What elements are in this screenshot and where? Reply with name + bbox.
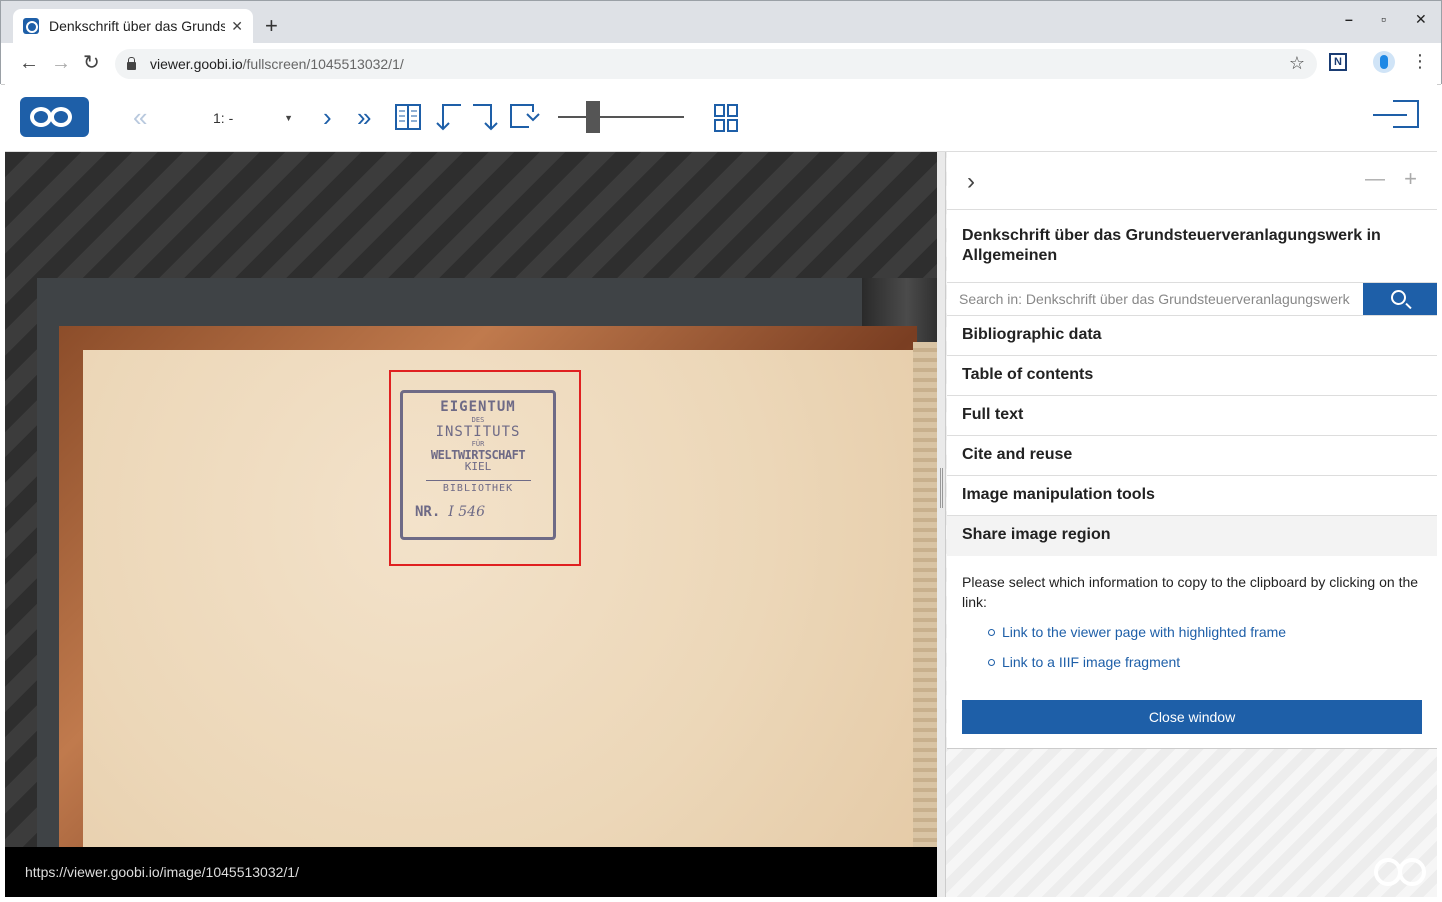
new-tab-button[interactable]: + <box>265 13 278 39</box>
maximize-window-icon[interactable]: ▫ <box>1381 11 1386 27</box>
browser-chrome: Denkschrift über das Grundsteuerveranlag… <box>0 0 1442 85</box>
section-bibliographic-data[interactable]: Bibliographic data <box>947 316 1437 356</box>
footer-logo <box>1374 858 1428 886</box>
page-select[interactable]: 1: - ▼ <box>205 106 301 130</box>
section-cite-and-reuse[interactable]: Cite and reuse <box>947 436 1437 476</box>
minimize-window-icon[interactable]: – <box>1345 11 1353 27</box>
share-region-body: Please select which information to copy … <box>947 556 1437 672</box>
sidebar-header: › — + <box>947 152 1437 210</box>
thumbnails-grid-icon[interactable] <box>714 104 738 132</box>
bookmark-star-icon[interactable]: ☆ <box>1289 53 1305 74</box>
reload-icon[interactable]: ↻ <box>83 51 100 75</box>
link-status-bar: https://viewer.goobi.io/image/1045513032… <box>5 847 937 897</box>
back-arrow-icon[interactable]: ← <box>19 51 39 75</box>
lock-icon <box>127 57 136 70</box>
close-tab-icon[interactable]: ✕ <box>231 18 243 35</box>
goobi-logo[interactable] <box>20 97 89 137</box>
reset-rotation-icon[interactable] <box>509 102 541 132</box>
section-share-image-region[interactable]: Share image region <box>947 516 1437 556</box>
section-image-manipulation-tools[interactable]: Image manipulation tools <box>947 476 1437 516</box>
sidebar: › — + Denkschrift über das Grundsteuerve… <box>947 152 1437 749</box>
favicon-icon <box>23 18 39 34</box>
zoom-slider-handle[interactable] <box>586 101 600 133</box>
forward-arrow-icon[interactable]: → <box>51 51 71 75</box>
profile-avatar-icon[interactable] <box>1373 51 1395 73</box>
next-page-icon[interactable]: › <box>323 102 332 132</box>
tab-strip: Denkschrift über das Grundsteuerveranlag… <box>1 1 1441 43</box>
tab-title: Denkschrift über das Grundsteuerveranlag… <box>49 18 225 34</box>
close-window-button[interactable]: Close window <box>962 700 1422 734</box>
rotate-left-icon[interactable] <box>433 102 463 132</box>
logo-ring-right <box>50 107 72 127</box>
close-window-icon[interactable]: ✕ <box>1415 11 1427 28</box>
first-page-icon[interactable]: « <box>133 102 147 132</box>
chevron-down-icon: ▼ <box>284 113 293 123</box>
plus-icon[interactable]: + <box>1404 166 1417 192</box>
section-table-of-contents[interactable]: Table of contents <box>947 356 1437 396</box>
search-button[interactable] <box>1363 283 1437 315</box>
last-page-icon[interactable]: » <box>357 102 371 132</box>
page-select-value: 1: - <box>213 110 234 126</box>
viewer-toolbar: « 1: - ▼ › » <box>5 84 1437 152</box>
double-page-icon[interactable] <box>395 104 421 130</box>
work-title: Denkschrift über das Grundsteuerveranlag… <box>962 227 1381 264</box>
rotate-right-icon[interactable] <box>471 102 501 132</box>
resize-grip-icon <box>940 468 943 508</box>
iiif-fragment-link[interactable]: Link to a IIIF image fragment <box>988 652 1422 672</box>
browser-menu-icon[interactable]: ⋮ <box>1411 51 1429 72</box>
logo-ring-left <box>30 107 52 127</box>
share-instruction: Please select which information to copy … <box>962 574 1419 610</box>
image-viewer[interactable]: EIGENTUM DES INSTITUTS FÜR WELTWIRTSCHAF… <box>5 152 937 897</box>
footer-logo-ring <box>1398 858 1426 886</box>
chevron-right-icon[interactable]: › <box>967 168 975 196</box>
search-input[interactable]: Search in: Denkschrift über das Grundste… <box>947 283 1363 315</box>
browser-tab[interactable]: Denkschrift über das Grundsteuerveranlag… <box>13 9 253 43</box>
page-edge <box>913 342 937 897</box>
sidebar-resize-handle[interactable] <box>937 152 946 897</box>
extension-n-icon[interactable]: N <box>1329 53 1347 71</box>
search-icon <box>1391 290 1406 305</box>
exit-fullscreen-icon[interactable] <box>1373 100 1419 128</box>
browser-toolbar: ← → ↻ viewer.goobi.io/fullscreen/1045513… <box>1 43 1441 85</box>
zoom-slider-track[interactable] <box>558 116 684 118</box>
highlighted-region-frame[interactable] <box>389 370 581 566</box>
minus-icon[interactable]: — <box>1365 168 1385 191</box>
address-bar[interactable]: viewer.goobi.io/fullscreen/1045513032/1/… <box>115 49 1317 79</box>
section-full-text[interactable]: Full text <box>947 396 1437 436</box>
viewer-page-link[interactable]: Link to the viewer page with highlighted… <box>988 622 1422 642</box>
search-bar: Search in: Denkschrift über das Grundste… <box>947 282 1437 316</box>
url-text: viewer.goobi.io/fullscreen/1045513032/1/ <box>150 56 404 72</box>
share-links: Link to the viewer page with highlighted… <box>988 622 1422 672</box>
